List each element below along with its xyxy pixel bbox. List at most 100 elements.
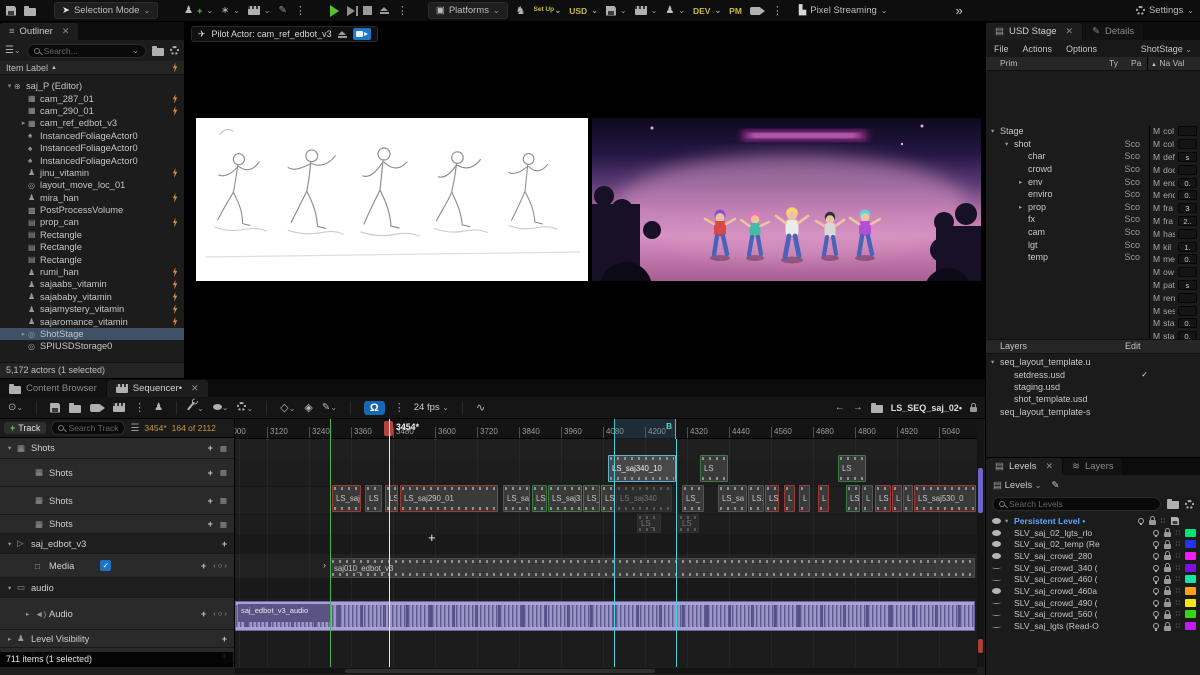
level-row[interactable]: SLV_saj_crowd_460a ∷ [986,585,1200,597]
fps-dropdown[interactable]: 24 fps ⌄ [414,402,449,413]
lighting-scenario-icon[interactable] [1153,541,1159,547]
sequencer-track-row[interactable]: ▦ Shots ✓ + ▦ ‹ ○ › [0,487,234,515]
level-color-chip[interactable] [1185,587,1196,595]
sequence-breadcrumb[interactable]: LS_SEQ_saj_02• [891,403,962,413]
blueprint-icon[interactable]: ∷ [1176,564,1180,572]
outliner-row[interactable]: ▸ ◎ ShotStage [0,328,184,340]
play-button[interactable] [330,5,339,17]
expand-arrow-icon[interactable]: ▾ [8,584,17,592]
layer-row[interactable]: seq_layout_template-s ✓ [986,406,1200,418]
metadata-value-field[interactable] [1178,229,1197,239]
metadata-row[interactable]: M doc [1150,163,1200,176]
back-arrow-icon[interactable]: ← [835,402,845,413]
lock-icon[interactable] [1164,626,1171,631]
dev-dropdown[interactable]: DEV⌄ [693,6,721,16]
level-color-chip[interactable] [1185,622,1196,630]
media-track-clip[interactable]: saj010_edbot_v3 [330,558,975,578]
add-section-button[interactable]: + [208,468,213,478]
sequencer-track-row[interactable]: ▸ ◄) Audio ✓ + ▦ ‹ ○ › [0,598,234,630]
shot-clip[interactable]: LS [601,485,615,512]
prim-row[interactable]: lgt Sco [986,238,1148,251]
lock-icon[interactable] [1164,590,1171,595]
blueprint-icon[interactable]: ∷ [1176,610,1180,618]
metadata-value-field[interactable] [1178,139,1197,149]
camera-lock-icon[interactable]: ▦ [220,496,227,505]
tab-sequencer[interactable]: Sequencer•✕ [107,380,208,397]
lock-icon[interactable] [1164,555,1171,560]
viewport[interactable]: ✈ Pilot Actor: cam_ref_edbot_v3 [185,22,985,378]
forward-arrow-icon[interactable]: → [853,402,863,413]
unlocked-icon[interactable] [970,407,977,412]
eye-visibility-icon[interactable] [992,518,1001,524]
metadata-value-field[interactable]: s [1178,280,1197,290]
level-color-chip[interactable] [1185,517,1196,525]
lock-icon[interactable] [1164,614,1171,619]
render-movie-icon[interactable] [113,403,125,412]
metadata-row[interactable]: M end 0. [1150,189,1200,202]
prim-row[interactable]: fx Sco [986,213,1148,226]
close-icon[interactable]: ✕ [1045,461,1053,472]
metadata-row[interactable]: M col [1150,125,1200,138]
tab-layers[interactable]: ≋Layers [1063,458,1122,475]
shot-clip[interactable]: L [892,485,902,512]
menu-file[interactable]: File [994,44,1009,54]
level-color-chip[interactable] [1185,529,1196,537]
metadata-value-field[interactable] [1178,126,1197,136]
blueprint-icon[interactable]: ∷ [1176,599,1180,607]
shot-clip[interactable]: LS_saj340_10 [608,455,676,482]
menu-options[interactable]: Options [1066,44,1097,54]
outliner-row[interactable]: ♟ sajaromance_vitamin [0,315,184,327]
add-track-button[interactable]: +Track [4,422,46,434]
add-section-button[interactable]: + [201,561,206,571]
playback-start-line[interactable] [330,419,331,667]
outliner-search[interactable]: ⌄ [27,44,146,58]
expand-arrow-icon[interactable]: ▸ [8,635,17,643]
level-row[interactable]: SLV_saj_crowd_560 ( ∷ [986,609,1200,621]
shot-clip[interactable]: L [784,485,795,512]
metadata-value-field[interactable] [1178,165,1197,175]
shot-clip[interactable]: LS_saj340 [616,485,672,512]
timeline-horizontal-scrollbar[interactable] [235,668,977,674]
outliner-row[interactable]: ♟ sajaabs_vitamin [0,278,184,290]
metadata-row[interactable]: M sta 0. [1150,317,1200,330]
eye-visibility-icon[interactable] [992,613,1001,616]
lighting-scenario-icon[interactable] [1153,553,1159,559]
camera-view-toggle[interactable] [353,28,371,40]
sequencer-track-row[interactable]: ▦ Shots ✓ + ▦ ‹ ○ › [0,459,234,487]
save-level-icon[interactable] [1171,517,1179,525]
shot-clip[interactable]: LS [532,485,547,512]
lighting-scenario-icon[interactable] [1153,565,1159,571]
usd-dropdown[interactable]: USD⌄ [569,6,598,16]
find-in-browser-icon[interactable] [69,405,81,413]
level-row[interactable]: SLV_saj_02_lgts_rlo ∷ [986,527,1200,539]
metadata-value-field[interactable] [1178,306,1197,316]
shot-clip[interactable]: LS [365,485,382,512]
edit-pen-icon[interactable]: ✎ [278,5,286,16]
prim-row[interactable]: temp Sco [986,251,1148,264]
outliner-row[interactable]: ♟ mira_han [0,192,184,204]
expand-arrow-icon[interactable]: ▸ [26,610,35,618]
stage-selector-dropdown[interactable]: ShotStage ⌄ [1141,44,1192,54]
add-section-button[interactable]: + [208,443,213,453]
shot-clip[interactable]: L [903,485,913,512]
animation-dropdown[interactable]: ♟⌄ [665,5,685,16]
timeline-ruler[interactable]: 3000312032403360348036003720384039604080… [235,419,977,439]
level-row[interactable]: SLV_saj_lgts (Read-O ∷ [986,620,1200,632]
sequencer-track-row[interactable]: ▾ ▦ Shots ✓ + ▦ ‹ ○ › [0,438,234,459]
levels-search[interactable] [992,497,1161,511]
snap-magnet-toggle[interactable]: Ω [364,401,385,415]
lock-icon[interactable] [1164,602,1171,607]
shot-clip[interactable]: LS_saj290_01 [400,485,498,512]
eye-visibility-icon[interactable] [992,588,1001,594]
metadata-value-field[interactable] [1178,293,1197,303]
prim-row[interactable]: cam Sco [986,226,1148,239]
outliner-row[interactable]: ▤ Rectangle [0,253,184,265]
camera-lock-icon[interactable]: ▦ [220,468,227,477]
eject-button[interactable] [380,7,389,14]
content-browser-icon[interactable] [24,8,36,16]
outliner-row[interactable]: ♠ InstancedFoliageActor0 [0,142,184,154]
shot-clip[interactable]: LS_ [682,485,704,512]
snap-options-kebab[interactable]: ⋮ [394,401,405,414]
sequencer-track-row[interactable]: ▾ ▷ saj_edbot_v3 ✓ + ▦ ‹ ○ › [0,534,234,554]
levels-edit-pen-icon[interactable]: ✎ [1051,480,1059,491]
